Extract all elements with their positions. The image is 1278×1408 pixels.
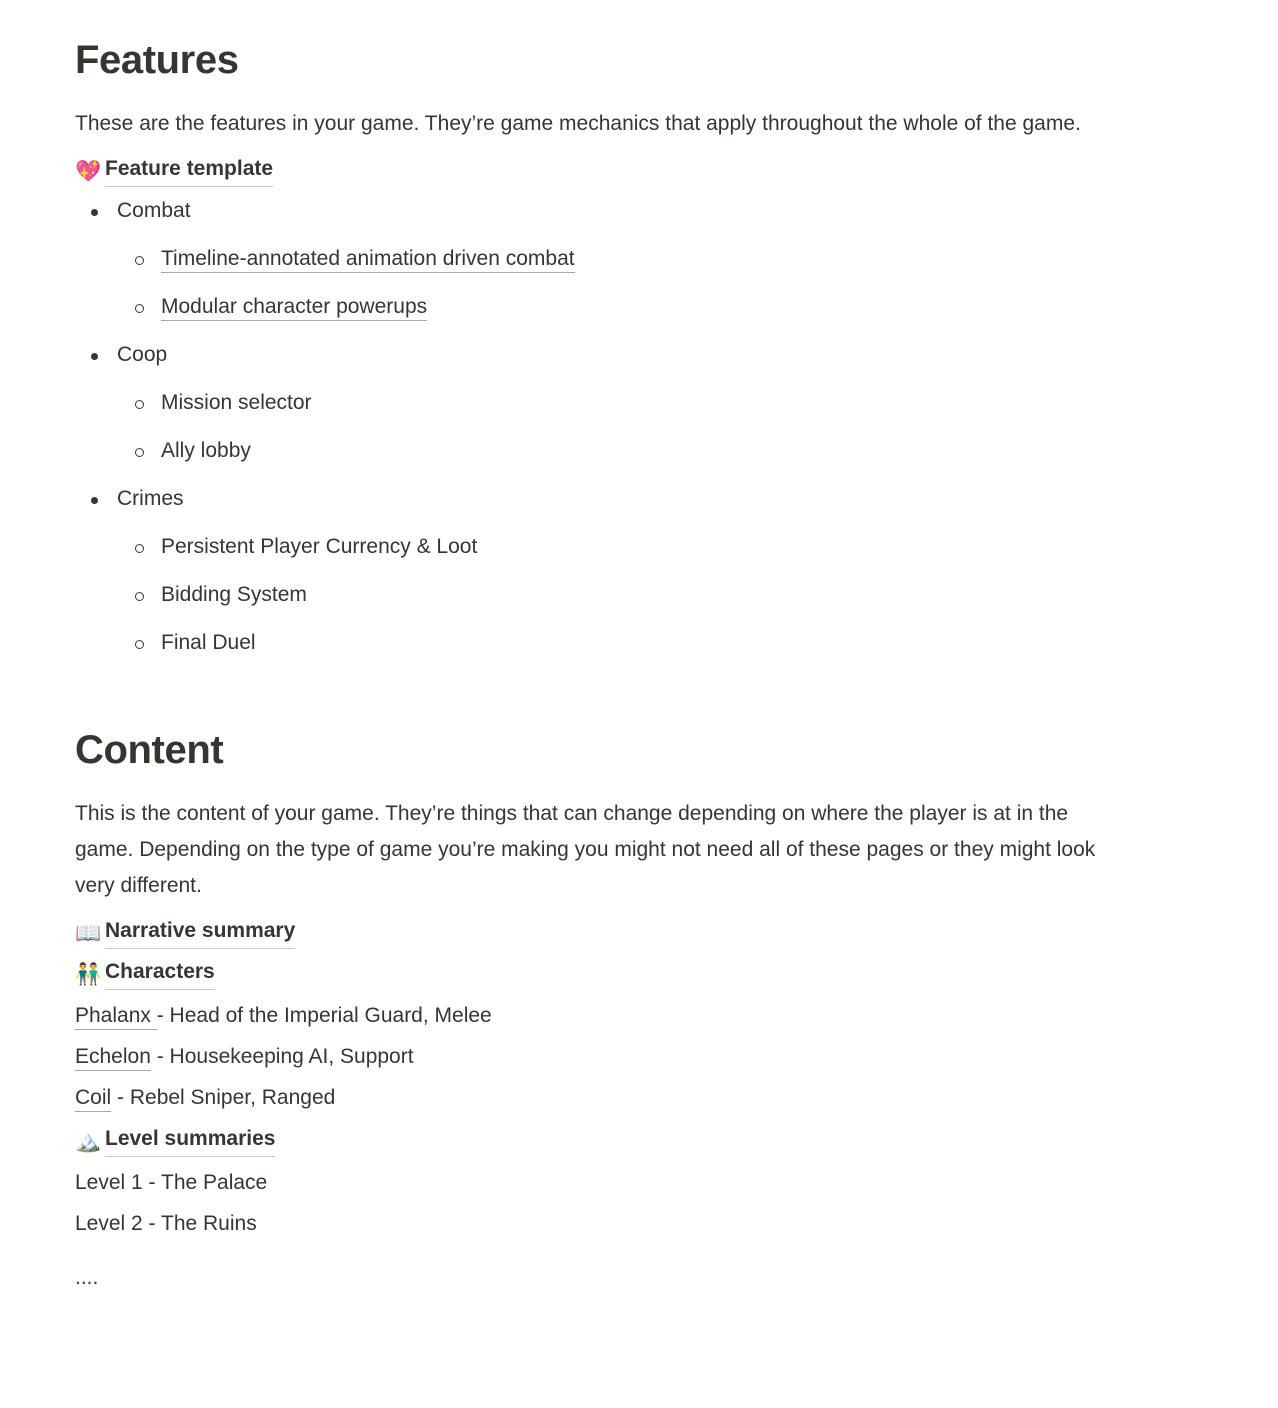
narrative-summary-link-label[interactable]: Narrative summary [105,916,296,949]
sublist-combat: Timeline-annotated animation driven comb… [117,244,1203,322]
character-link-echelon[interactable]: Echelon [75,1045,151,1071]
character-row-phalanx: Phalanx - Head of the Imperial Guard, Me… [75,1001,1203,1031]
characters-link-row[interactable]: 👬 Characters [75,957,1203,990]
list-item-combat: Combat Timeline-annotated animation driv… [75,196,1203,322]
list-item-coop: Coop Mission selector Ally lobby [75,340,1203,466]
snow-capped-mountain-icon: 🏔️ [75,1128,102,1153]
feature-template-link-label[interactable]: Feature template [105,154,274,187]
sub-bullet-label-persistent-currency: Persistent Player Currency & Loot [161,535,478,558]
two-people-icon: 👬 [75,961,102,986]
level-row-2: Level 2 - The Ruins [75,1212,257,1235]
level-summaries-link-label[interactable]: Level summaries [105,1124,276,1157]
bullet-label-combat: Combat [117,199,191,222]
sub-bullet-link-timeline-combat[interactable]: Timeline-annotated animation driven comb… [161,247,575,273]
list-item-persistent-currency: Persistent Player Currency & Loot [117,532,1203,562]
character-description-echelon: - Housekeeping AI, Support [150,1045,414,1068]
features-section: Features These are the features in your … [75,36,1203,658]
character-description-phalanx: - Head of the Imperial Guard, Melee [156,1004,492,1027]
sublist-crimes: Persistent Player Currency & Loot Biddin… [117,532,1203,658]
character-row-echelon: Echelon - Housekeeping AI, Support [75,1042,1203,1072]
level-row-1: Level 1 - The Palace [75,1171,268,1194]
list-item-ally-lobby: Ally lobby [117,436,1203,466]
open-book-icon: 📖 [75,920,102,945]
ellipsis-text: .... [75,1266,99,1289]
characters-link-label[interactable]: Characters [105,957,215,990]
sub-bullet-label-bidding-system: Bidding System [161,583,307,606]
character-description-coil: - Rebel Sniper, Ranged [111,1086,336,1109]
sub-bullet-label-ally-lobby: Ally lobby [161,439,251,462]
character-row-coil: Coil - Rebel Sniper, Ranged [75,1083,1203,1113]
features-list: Combat Timeline-annotated animation driv… [75,196,1203,658]
content-intro-paragraph: This is the content of your game. They’r… [75,802,1096,897]
character-link-coil[interactable]: Coil [75,1086,112,1112]
list-item-mission-selector: Mission selector [117,388,1203,418]
sub-bullet-label-final-duel: Final Duel [161,631,256,654]
sparkling-heart-icon: 💖 [75,158,102,183]
bullet-label-coop: Coop [117,343,168,366]
sub-bullet-label-mission-selector: Mission selector [161,391,312,414]
content-section: Content This is the content of your game… [75,726,1203,1293]
list-item-timeline-combat: Timeline-annotated animation driven comb… [117,244,1203,274]
level-summaries-link-row[interactable]: 🏔️ Level summaries [75,1124,1203,1157]
list-item-modular-powerups: Modular character powerups [117,292,1203,322]
sub-bullet-link-modular-powerups[interactable]: Modular character powerups [161,295,428,321]
page-title-features: Features [75,38,239,82]
document-page: Features These are the features in your … [0,0,1278,1293]
list-item-bidding-system: Bidding System [117,580,1203,610]
list-item-crimes: Crimes Persistent Player Currency & Loot… [75,484,1203,658]
character-link-phalanx[interactable]: Phalanx [75,1004,157,1030]
bullet-label-crimes: Crimes [117,487,184,510]
sublist-coop: Mission selector Ally lobby [117,388,1203,466]
features-intro-paragraph: These are the features in your game. The… [75,112,1081,135]
page-title-content: Content [75,728,224,772]
feature-template-link-row[interactable]: 💖 Feature template [75,154,1203,187]
list-item-final-duel: Final Duel [117,628,1203,658]
narrative-summary-link-row[interactable]: 📖 Narrative summary [75,916,1203,949]
